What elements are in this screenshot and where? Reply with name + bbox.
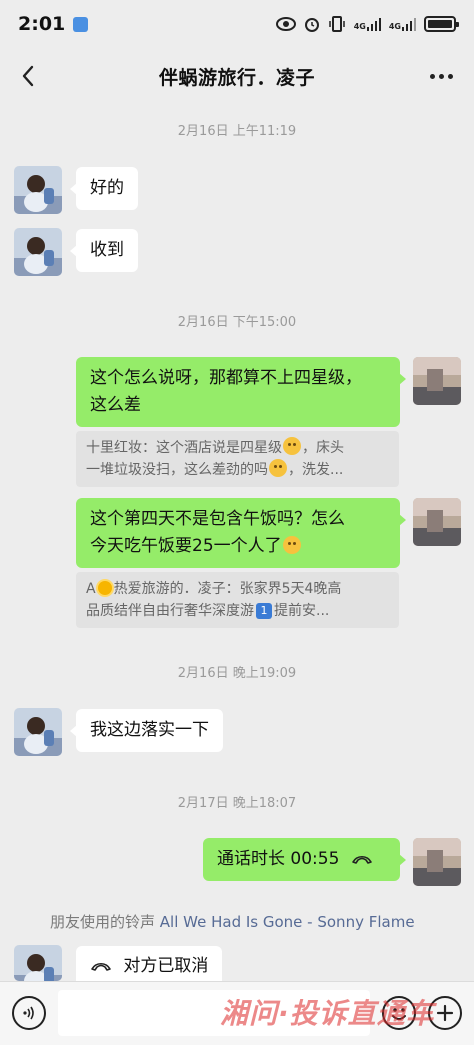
quote-line: A 热爱旅游的．凌子：张家界5天4晚高 (86, 581, 342, 597)
emoji-icon (282, 536, 301, 554)
ringtone-song-link[interactable]: All We Had Is Gone - Sonny Flame (160, 913, 415, 931)
more-button[interactable] (426, 62, 456, 90)
message-line: 这个怎么说呀，那都算不上四星级， (90, 368, 362, 388)
avatar[interactable] (413, 498, 461, 546)
emoji-icon (283, 437, 301, 455)
quote-line: 品质结伴自由行奢华深度游 1 提前安... (86, 603, 330, 619)
status-bar: 2:01 4G 4G (0, 0, 474, 48)
vibrate-icon (328, 16, 345, 32)
phone-hangup-icon (91, 962, 111, 971)
avatar[interactable] (14, 945, 62, 981)
call-status-text: 对方已取消 (123, 956, 209, 976)
status-icons: 4G 4G (275, 16, 459, 32)
message-bubble-received[interactable]: 收到 (70, 229, 138, 272)
input-bar (0, 981, 474, 1045)
message-line: 这个第四天不是包含午饭吗？怎么 (90, 509, 345, 529)
avatar[interactable] (14, 708, 62, 756)
signal-group-2: 4G (389, 17, 416, 31)
message-bubble-sent[interactable]: 这个第四天不是包含午饭吗？怎么 今天吃午饭要25一个人了 (76, 498, 406, 568)
back-button[interactable] (14, 62, 42, 90)
ringtone-prefix: 朋友使用的铃声 (50, 913, 156, 931)
message-bubble-sent[interactable]: 这个怎么说呀，那都算不上四星级， 这么差 (76, 357, 406, 427)
alarm-icon (304, 18, 319, 32)
message-line: 今天吃午饭要25一个人了 (90, 533, 386, 560)
emoji-button[interactable] (382, 996, 416, 1030)
message-bubble-received[interactable]: 好的 (70, 167, 138, 210)
signal-group-1: 4G (354, 17, 381, 31)
message-input[interactable] (58, 990, 370, 1036)
sun-icon (97, 581, 112, 595)
chat-header: 伴蜗游旅行．凌子 (0, 48, 474, 104)
emoji-icon (392, 1008, 406, 1020)
call-record-bubble[interactable]: 通话时长 00:55 (203, 838, 406, 881)
timestamp: 2月17日 晚上18:07 (177, 796, 297, 811)
quote-line: 一堆垃圾没扫，这么差劲的吗 ，洗发... (86, 459, 389, 481)
avatar[interactable] (14, 166, 62, 214)
timestamp: 2月16日 晚上19:09 (177, 666, 297, 681)
timestamp: 2月16日 上午11:19 (177, 124, 297, 139)
message-bubble-received[interactable]: 我这边落实一下 (70, 709, 223, 752)
notification-app-icon (73, 16, 89, 32)
phone-hangup-icon (352, 855, 372, 864)
chat-title: 伴蜗游旅行．凌子 (158, 66, 315, 89)
chevron-left-icon (22, 65, 34, 87)
plus-button[interactable] (428, 996, 462, 1030)
plus-icon (436, 1004, 454, 1022)
status-time: 2:01 (18, 13, 66, 35)
avatar[interactable] (413, 357, 461, 405)
battery-icon (424, 16, 459, 32)
network-type-label: 4G (353, 22, 366, 31)
voice-icon (23, 1006, 34, 1020)
ringtone-notice: 朋友使用的铃声 All We Had Is Gone - Sonny Flame (50, 911, 415, 932)
quoted-message[interactable]: 十里红妆：这个酒店说是四星级 ，床头 一堆垃圾没扫，这么差劲的吗 ，洗发... (76, 431, 399, 487)
network-type-label: 4G (388, 22, 401, 31)
signal-icon (366, 18, 381, 31)
number-badge: 1 (256, 603, 272, 619)
more-dots-icon (429, 73, 435, 79)
call-duration-text: 通话时长 00:55 (217, 849, 340, 869)
call-record-bubble[interactable]: 对方已取消 (76, 946, 223, 981)
avatar[interactable] (14, 228, 62, 276)
quote-line: 十里红妆：这个酒店说是四星级 ，床头 (86, 437, 389, 459)
avatar[interactable] (413, 838, 461, 886)
eye-icon (275, 17, 296, 31)
message-line: 这么差 (90, 395, 141, 415)
voice-button[interactable] (12, 996, 46, 1030)
quoted-message[interactable]: A 热爱旅游的．凌子：张家界5天4晚高 品质结伴自由行奢华深度游 1 提前安... (76, 572, 399, 628)
signal-icon (402, 18, 416, 31)
emoji-icon (269, 459, 287, 477)
timestamp: 2月16日 下午15:00 (177, 315, 297, 330)
